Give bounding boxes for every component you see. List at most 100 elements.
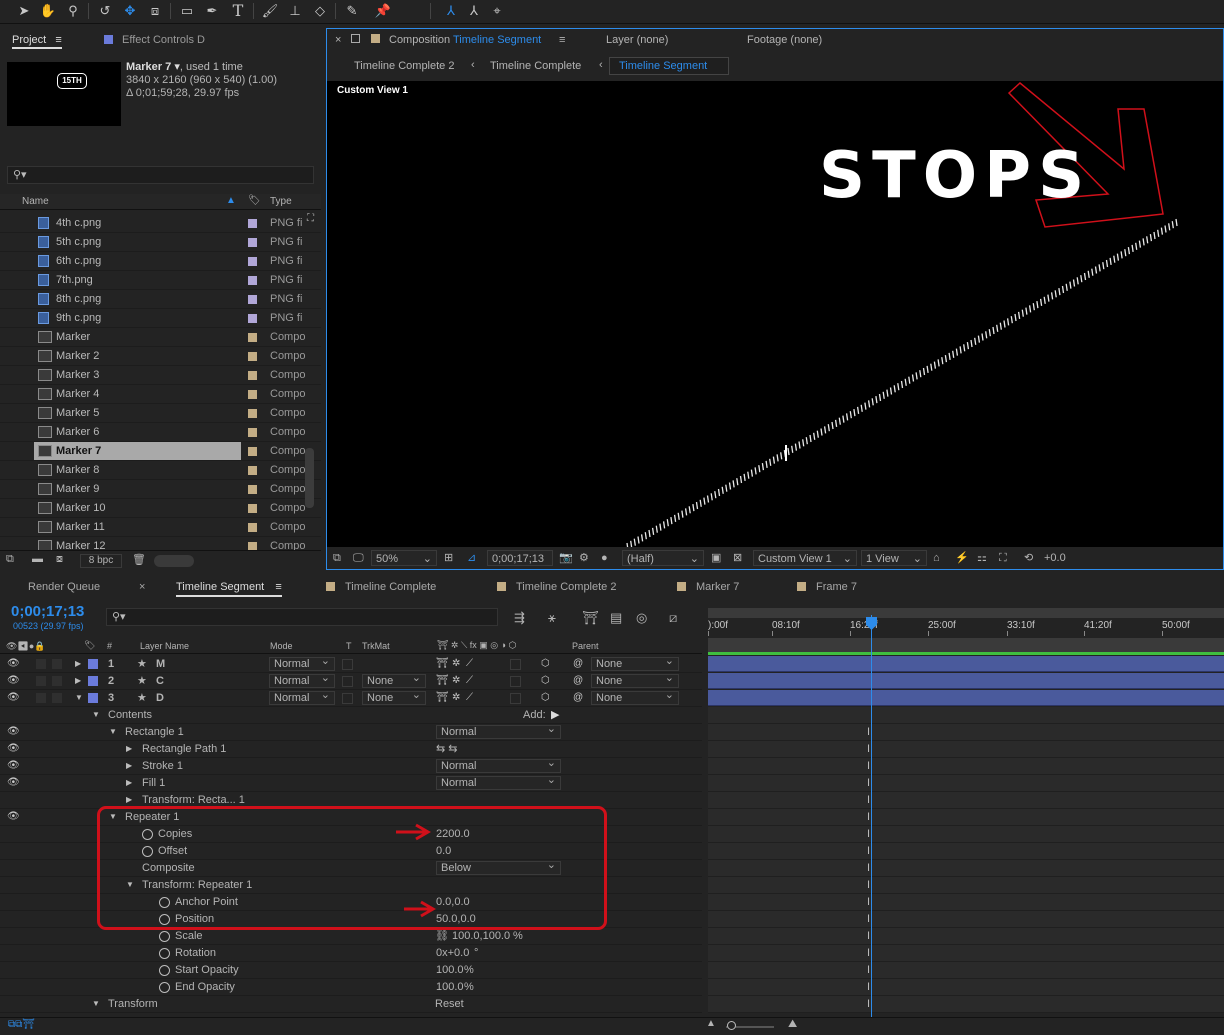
preserve-transparency-toggle[interactable]	[342, 659, 353, 670]
property-track[interactable]	[708, 928, 1224, 945]
3d-layer-cube-icon[interactable]: ⬡	[541, 658, 550, 669]
property-row-start-opacity[interactable]: Start Opacity 100.0%	[0, 962, 702, 979]
stopwatch-icon[interactable]	[159, 948, 170, 959]
track-matte-select[interactable]: None	[362, 672, 426, 688]
quality-switch-icon[interactable]: ⟋	[466, 675, 473, 686]
property-select[interactable]: Normal	[436, 774, 561, 790]
zoom-select[interactable]: 50% ⌄	[371, 550, 437, 566]
flowchart-icon[interactable]: ⛶	[307, 213, 314, 224]
label-color-swatch[interactable]	[248, 390, 257, 399]
label-color-swatch[interactable]	[248, 257, 257, 266]
property-track[interactable]	[708, 741, 1224, 758]
rotate-tool-icon[interactable]: ↺	[95, 2, 115, 20]
col-parent[interactable]: Parent	[572, 641, 599, 651]
quality-switch-icon[interactable]: ⟋	[466, 692, 473, 703]
tab-project[interactable]: Project ≡	[12, 34, 62, 49]
chevron-right-icon[interactable]: ▶	[126, 761, 132, 770]
exposure-value[interactable]: +0.0	[1044, 550, 1066, 566]
property-row-rectangle[interactable]: 👁 ▼ Rectangle 1 Normal	[0, 723, 702, 741]
list-item[interactable]: 4th c.png PNG fi	[0, 214, 321, 233]
property-track[interactable]	[708, 979, 1224, 996]
draft-3d-icon[interactable]: ⚹	[548, 610, 556, 626]
motion-blur-toggle[interactable]	[510, 676, 521, 687]
list-item[interactable]: Marker 10 Compo	[0, 499, 321, 518]
resolution-select[interactable]: (Half) ⌄	[622, 550, 704, 566]
time-ruler[interactable]: ):00f 08:10f 16:20f 25:00f 33:10f 41:20f 50:00…	[708, 618, 1224, 636]
property-value[interactable]: 100.0	[436, 981, 464, 993]
property-track[interactable]	[708, 996, 1224, 1013]
path-direction-icon[interactable]: ⇆ ⇆	[436, 742, 458, 755]
constrain-proportions-icon[interactable]: ⛓	[435, 929, 449, 942]
close-icon[interactable]: ×	[139, 581, 145, 593]
tab-timeline-complete[interactable]: Timeline Complete	[326, 581, 436, 593]
view-select[interactable]: Custom View 1 ⌄	[753, 550, 857, 566]
col-mode[interactable]: Mode	[270, 641, 293, 651]
list-item[interactable]: 7th.png PNG fi	[0, 271, 321, 290]
tab-marker-7[interactable]: Marker 7	[677, 581, 739, 593]
shy-switch-icon[interactable]: ⛩	[436, 692, 449, 703]
property-row-fill[interactable]: 👁 ▶ Fill 1 Normal	[0, 774, 702, 792]
tab-timeline-complete-2[interactable]: Timeline Complete 2	[497, 581, 616, 593]
preserve-transparency-toggle[interactable]	[342, 693, 353, 704]
tab-effect-controls[interactable]: Effect Controls D	[104, 34, 205, 46]
label-color-swatch[interactable]	[248, 504, 257, 513]
visibility-eye-icon[interactable]: 👁	[7, 692, 20, 703]
zoom-in-icon[interactable]: ⛰	[788, 1018, 797, 1031]
chevron-right-icon[interactable]: ▶	[126, 778, 132, 787]
roto-brush-icon[interactable]: ✎	[342, 2, 362, 20]
brush-tool-icon[interactable]: 🖌	[260, 2, 280, 20]
list-item[interactable]: Marker 7 Compo	[0, 442, 321, 461]
pan-behind-icon[interactable]: ⧈	[145, 2, 165, 20]
list-item[interactable]: Marker 2 Compo	[0, 347, 321, 366]
project-search-input[interactable]: ⚲▾	[7, 166, 314, 184]
new-composition-icon[interactable]: ⧇	[56, 553, 63, 566]
tab-timeline-segment[interactable]: Timeline Segment ≡	[176, 581, 282, 597]
shy-layers-icon[interactable]: ⛩	[582, 610, 599, 626]
property-value[interactable]: 0x+0.0	[436, 947, 469, 959]
parent-select[interactable]: None	[591, 689, 679, 705]
property-track[interactable]	[708, 707, 1224, 724]
pick-whip-icon[interactable]: @	[573, 675, 583, 686]
visibility-eye-icon[interactable]: 👁	[7, 658, 20, 669]
graph-editor-icon[interactable]: ⧄	[669, 610, 677, 626]
chevron-down-icon[interactable]: ▼	[109, 727, 117, 736]
list-item[interactable]: Marker 4 Compo	[0, 385, 321, 404]
layer-name[interactable]: M	[156, 658, 165, 670]
label-color-swatch[interactable]	[88, 659, 98, 669]
list-item[interactable]: Marker 9 Compo	[0, 480, 321, 499]
label-color-swatch[interactable]	[248, 295, 257, 304]
mask-visibility-icon[interactable]: ⊿	[467, 550, 476, 566]
property-track[interactable]	[708, 962, 1224, 979]
collapse-switch-icon[interactable]: ✲	[452, 692, 460, 703]
toggle-pixel-aspect-icon[interactable]: ⌂	[933, 550, 940, 566]
layer-name[interactable]: C	[156, 675, 164, 687]
lock-toggle[interactable]	[52, 676, 62, 686]
frame-blending-icon[interactable]: ▤	[610, 610, 622, 626]
property-row-stroke[interactable]: 👁 ▶ Stroke 1 Normal	[0, 757, 702, 775]
blend-mode-select[interactable]: Normal	[269, 689, 335, 705]
property-track[interactable]	[708, 775, 1224, 792]
breadcrumb-item-active[interactable]: Timeline Segment	[609, 57, 729, 75]
timecode-field[interactable]: 0;00;17;13	[487, 550, 553, 566]
col-name[interactable]: Name	[22, 196, 49, 207]
property-row-transform[interactable]: ▼ Transform Reset	[0, 996, 702, 1013]
property-track[interactable]	[708, 911, 1224, 928]
label-color-swatch[interactable]	[248, 352, 257, 361]
list-item[interactable]: 5th c.png PNG fi	[0, 233, 321, 252]
track-matte-select[interactable]: None	[362, 689, 426, 705]
sort-ascending-icon[interactable]: ▲	[226, 195, 236, 206]
orbit-camera-icon[interactable]: ✥	[120, 2, 140, 20]
tab-footage[interactable]: Footage (none)	[747, 34, 822, 46]
stopwatch-icon[interactable]	[159, 965, 170, 976]
property-row-scale[interactable]: Scale ⛓ 100.0,100.0%	[0, 928, 702, 945]
zoom-slider-handle[interactable]	[727, 1021, 736, 1030]
monitor-icon[interactable]: 🖵	[353, 550, 364, 566]
lock-toggle[interactable]	[52, 693, 62, 703]
property-select[interactable]: Normal	[436, 723, 561, 739]
solo-toggle[interactable]	[36, 693, 46, 703]
tab-frame-7[interactable]: Frame 7	[797, 581, 857, 593]
list-item[interactable]: Marker 5 Compo	[0, 404, 321, 423]
label-tag-icon[interactable]: 🏷	[248, 195, 261, 206]
comp-mini-flowchart-icon[interactable]: ⇶	[514, 610, 525, 626]
eraser-icon[interactable]: ◇	[310, 2, 330, 20]
